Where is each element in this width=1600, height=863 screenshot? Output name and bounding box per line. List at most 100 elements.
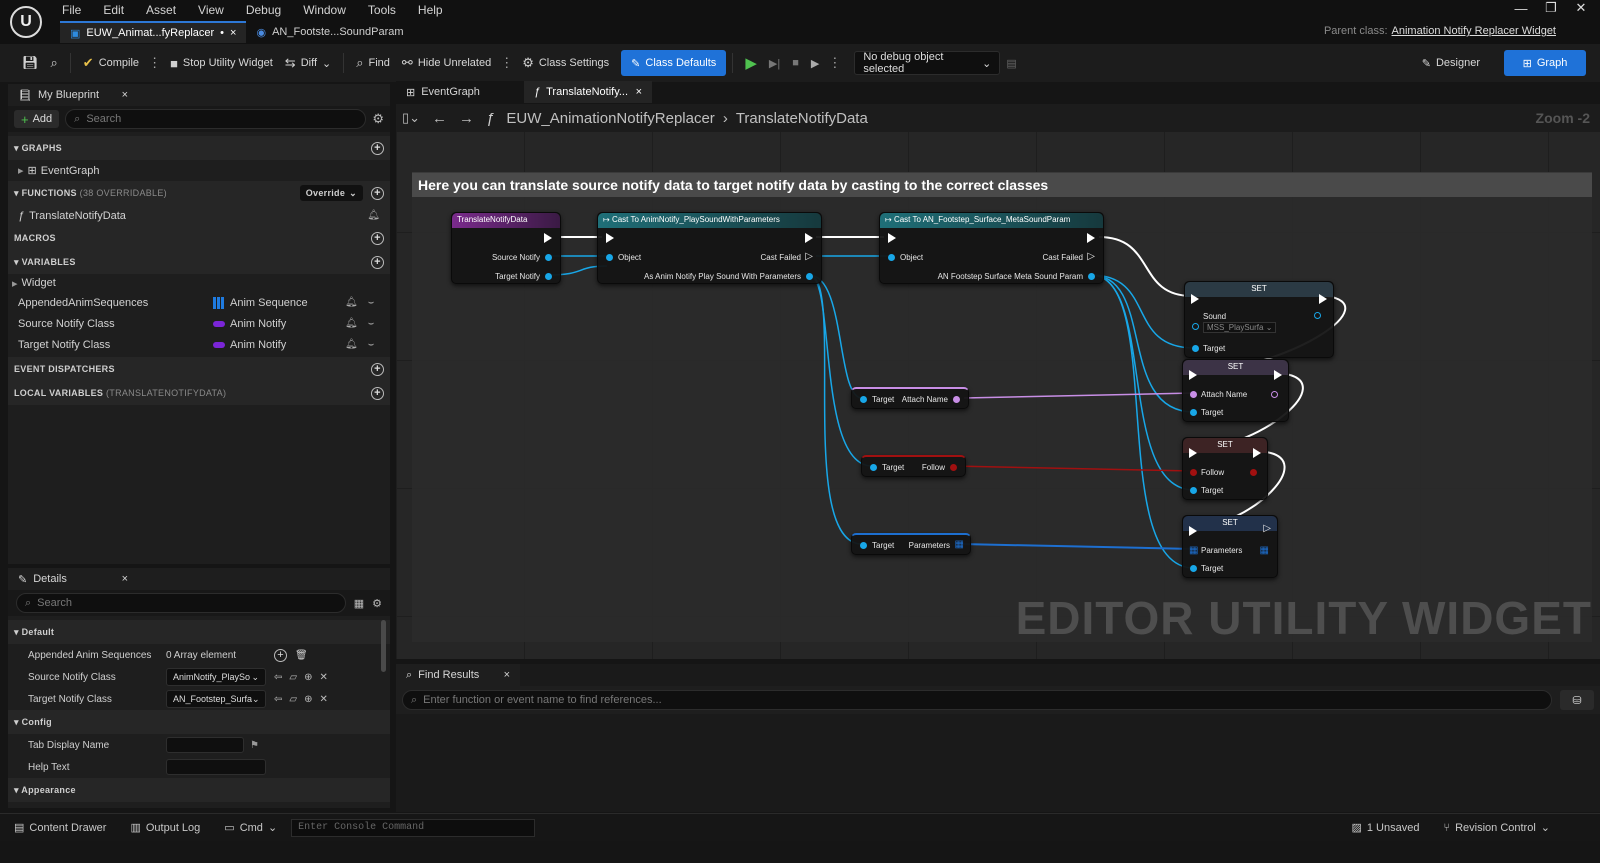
gear-icon[interactable]: ⚙	[372, 597, 382, 610]
details-tab[interactable]: ✎ Details ×	[8, 568, 138, 590]
use-selected-icon[interactable]: ⇦	[274, 694, 289, 705]
breadcrumb-current[interactable]: TranslateNotifyData	[736, 110, 868, 127]
minimize-icon[interactable]: —	[1506, 1, 1536, 16]
step-button[interactable]: ▶︎|	[763, 50, 786, 76]
back-arrow-icon[interactable]: ←	[432, 110, 447, 127]
menu-debug[interactable]: Debug	[246, 3, 281, 17]
exec-out-pin[interactable]	[805, 233, 813, 243]
function-item-translate[interactable]: ƒ TranslateNotifyData 🔔︎	[8, 205, 390, 226]
get-follow-node[interactable]: Target Follow	[861, 455, 966, 477]
graph-canvas[interactable]: Here you can translate source notify dat…	[396, 104, 1600, 659]
save-button[interactable]: 💾︎	[16, 50, 45, 76]
replication-icon[interactable]: 🔔︎	[345, 339, 358, 350]
exec-out-pin[interactable]	[1274, 370, 1282, 380]
add-icon[interactable]: ⊕	[304, 694, 319, 705]
visibility-icon[interactable]: ⌣	[368, 297, 375, 308]
add-element-icon[interactable]: +	[274, 648, 287, 662]
sound-asset-combo[interactable]: MSS_PlaySurfa ⌄	[1203, 322, 1277, 333]
debug-object-dropdown[interactable]: No debug object selected ⌄	[854, 51, 1001, 75]
target-pin[interactable]	[860, 542, 867, 549]
unreal-logo-icon[interactable]: U	[10, 6, 42, 38]
appearance-section[interactable]: ▾ Appearance	[8, 778, 390, 802]
doc-tab-widget[interactable]: ▣ EUW_Animat...fyReplacer • ×	[60, 21, 247, 43]
hide-unrelated-button[interactable]: ⚯ Hide Unrelated	[396, 50, 497, 76]
exec-in-pin[interactable]	[1189, 526, 1197, 536]
set-sound-node[interactable]: SET Sound MSS_PlaySurfa ⌄ Target	[1184, 281, 1334, 358]
menu-file[interactable]: File	[62, 3, 81, 17]
target-notify-pin[interactable]	[545, 273, 552, 280]
override-dropdown[interactable]: Override ⌄	[299, 185, 363, 201]
attach-name-pin[interactable]	[953, 396, 960, 403]
menu-help[interactable]: Help	[418, 3, 443, 17]
browse-button[interactable]: ⌕	[45, 50, 64, 76]
replication-icon[interactable]: 🔔︎	[345, 318, 358, 329]
object-pin[interactable]	[606, 254, 613, 261]
menu-edit[interactable]: Edit	[103, 3, 124, 17]
follow-pin[interactable]	[950, 464, 957, 471]
exec-in-pin[interactable]	[1191, 294, 1199, 304]
menu-view[interactable]: View	[198, 3, 224, 17]
add-button[interactable]: + Add	[14, 110, 60, 128]
target-pin[interactable]	[1190, 409, 1197, 416]
sound-out-pin[interactable]	[1314, 312, 1321, 319]
cmd-dropdown[interactable]: ▭ Cmd ⌄	[224, 821, 277, 835]
get-parameters-node[interactable]: Target Parameters ▦	[851, 533, 971, 555]
target-pin[interactable]	[1190, 565, 1197, 572]
close-icon[interactable]: ×	[122, 89, 128, 101]
source-notify-class-combo[interactable]: AnimNotify_PlaySo ⌄	[166, 668, 266, 686]
play-button[interactable]: ▶	[739, 50, 763, 76]
event-graph-item[interactable]: ▸ ⊞ EventGraph	[8, 160, 390, 181]
exec-in-pin[interactable]	[888, 233, 896, 243]
menu-window[interactable]: Window	[303, 3, 346, 17]
stop-button[interactable]: ■	[786, 50, 805, 76]
widget-category[interactable]: ▸ Widget	[8, 274, 390, 292]
debug-filter-button[interactable]: ▤	[1000, 50, 1022, 76]
exec-out-pin[interactable]	[1087, 233, 1095, 243]
attach-name-in-pin[interactable]	[1190, 391, 1197, 398]
forward-arrow-icon[interactable]: →	[459, 110, 474, 127]
add-icon[interactable]: ⊕	[304, 672, 319, 683]
add-variable-icon[interactable]: +	[371, 255, 384, 269]
set-attach-name-node[interactable]: SET Attach Name Target	[1182, 359, 1289, 422]
visibility-icon[interactable]: ⌣	[368, 339, 375, 350]
cast-result-pin[interactable]	[806, 273, 813, 280]
attach-name-out-pin[interactable]	[1271, 391, 1278, 398]
bookmark-icon[interactable]: ▯⌄	[402, 110, 420, 126]
cast-failed-pin[interactable]: ▷	[805, 251, 813, 262]
local-variables-section[interactable]: LOCAL VARIABLES (TRANSLATENOTIFYDATA) +	[8, 381, 390, 405]
get-attach-name-node[interactable]: Target Attach Name	[851, 387, 969, 409]
variable-row[interactable]: Source Notify Class Anim Notify 🔔︎ ⌣	[8, 313, 390, 334]
exec-in-pin[interactable]	[1189, 370, 1197, 380]
add-dispatcher-icon[interactable]: +	[371, 362, 384, 376]
graphs-section[interactable]: ▾ GRAPHS +	[8, 136, 390, 160]
parameters-array-pin[interactable]: ▦	[955, 539, 964, 550]
exec-in-pin[interactable]	[606, 233, 614, 243]
cast-to-footstep-node[interactable]: ↦ Cast To AN_Footstep_Surface_MetaSoundP…	[879, 212, 1104, 284]
gear-icon[interactable]: ⚙	[372, 111, 384, 127]
variables-section[interactable]: ▾ VARIABLES +	[8, 250, 390, 274]
find-results-input[interactable]: ⌕ Enter function or event name to find re…	[402, 690, 1552, 710]
unsaved-button[interactable]: ▨ 1 Unsaved	[1351, 821, 1419, 835]
target-pin[interactable]	[1192, 345, 1199, 352]
diff-button[interactable]: ⇆ Diff ⌄	[279, 50, 337, 76]
cast-to-playsound-node[interactable]: ↦ Cast To AnimNotify_PlaySoundWithParame…	[597, 212, 822, 284]
add-macro-icon[interactable]: +	[371, 231, 384, 245]
eject-button[interactable]: ▶	[805, 50, 825, 76]
parent-class-link[interactable]: Animation Notify Replacer Widget	[1392, 25, 1556, 37]
clear-icon[interactable]: ✕	[319, 672, 334, 683]
trash-icon[interactable]: 🗑︎	[295, 650, 308, 661]
restore-icon[interactable]: ❐	[1536, 0, 1566, 16]
target-pin[interactable]	[1190, 487, 1197, 494]
close-icon[interactable]: ×	[230, 27, 236, 39]
follow-out-pin[interactable]	[1250, 469, 1257, 476]
content-drawer-button[interactable]: ▤ Content Drawer	[14, 821, 106, 835]
sound-pin[interactable]	[1192, 323, 1199, 330]
variable-row[interactable]: AppendedAnimSequences Anim Sequence 🔔︎ ⌣	[8, 292, 390, 313]
parameters-in-pin[interactable]: ▦	[1189, 545, 1198, 556]
find-results-tab[interactable]: ⌕ Find Results ×	[396, 664, 520, 686]
exec-out-pin[interactable]: ▷	[1263, 523, 1271, 534]
designer-button[interactable]: ✎ Designer	[1416, 50, 1486, 76]
expand-arrow-icon[interactable]: ▸	[18, 164, 24, 177]
help-text-input[interactable]	[166, 759, 266, 775]
tab-translate-notify[interactable]: ƒ TranslateNotify... ×	[524, 81, 652, 103]
